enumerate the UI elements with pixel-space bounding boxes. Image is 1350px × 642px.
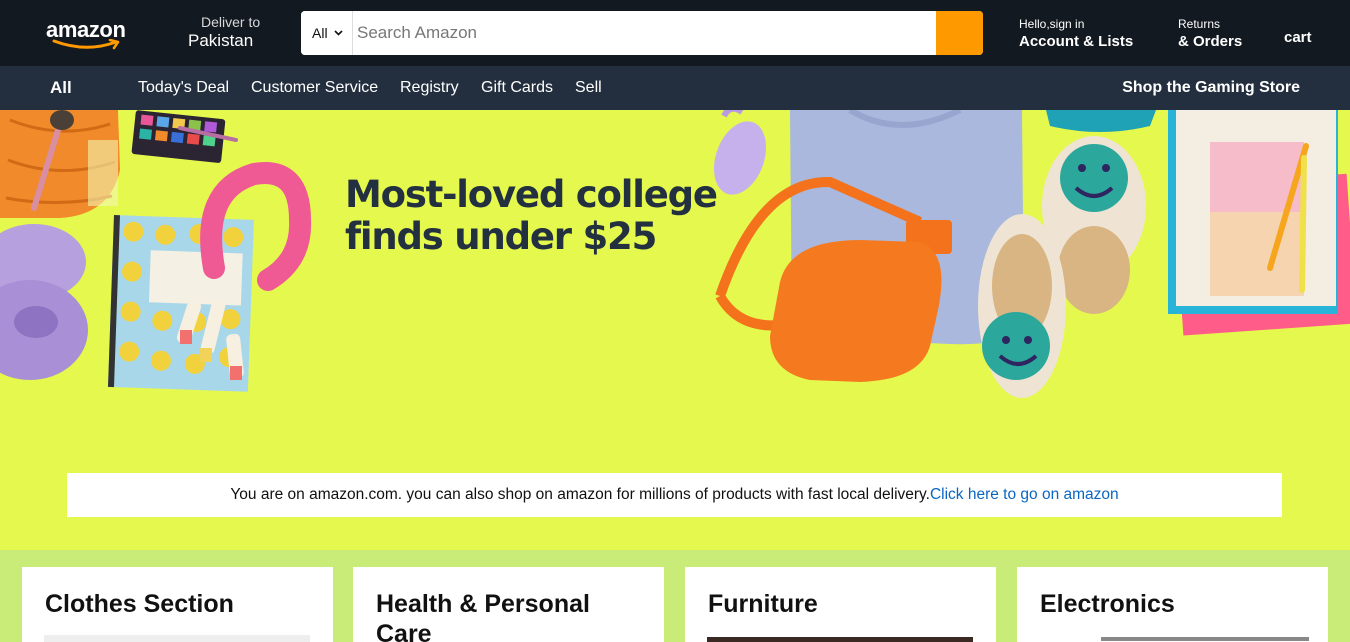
card-image <box>707 637 973 642</box>
category-card-furniture[interactable]: Furniture <box>685 567 996 642</box>
subnav-customer-service[interactable]: Customer Service <box>251 78 378 98</box>
search-button[interactable] <box>936 11 983 55</box>
category-card-health[interactable]: Health & Personal Care <box>353 567 664 642</box>
category-card-electronics[interactable]: Electronics <box>1017 567 1328 642</box>
amazon-smile-icon <box>52 39 120 50</box>
returns-orders[interactable]: Returns & Orders <box>1178 17 1242 52</box>
card-image <box>1101 637 1309 641</box>
card-title: Health & Personal Care <box>376 590 590 642</box>
subnav-gift-cards[interactable]: Gift Cards <box>481 78 553 98</box>
card-title: Clothes Section <box>45 590 234 618</box>
locale-notice: You are on amazon.com. you can also shop… <box>67 473 1282 517</box>
card-title: Electronics <box>1040 590 1175 618</box>
deliver-country: Pakistan <box>188 31 254 50</box>
top-navbar: amazon Deliver to Pakistan All Hello,sig… <box>0 0 1350 66</box>
amazon-logo[interactable]: amazon <box>46 17 140 53</box>
gaming-store-link[interactable]: Shop the Gaming Store <box>1122 78 1300 98</box>
orders-label: & Orders <box>1178 33 1243 50</box>
search-input[interactable] <box>353 11 936 55</box>
deliver-to[interactable]: Deliver to Pakistan <box>188 14 260 51</box>
amazon-redirect-link[interactable]: Click here to go on amazon <box>930 486 1119 504</box>
hero-title: Most-loved college finds under $25 <box>345 173 718 258</box>
category-card-clothes[interactable]: Clothes Section <box>22 567 333 642</box>
deliver-label: Deliver to <box>201 14 261 30</box>
subnav-registry[interactable]: Registry <box>400 78 459 98</box>
card-image <box>44 635 310 642</box>
subnav-all[interactable]: All <box>50 78 72 98</box>
card-title: Furniture <box>708 590 818 618</box>
returns-label: Returns <box>1178 17 1221 31</box>
subnav-todays-deal[interactable]: Today's Deal <box>138 78 229 98</box>
subnav-sell[interactable]: Sell <box>575 78 602 98</box>
search-category-select[interactable]: All <box>301 11 353 55</box>
search-bar: All <box>301 11 983 55</box>
cart-link[interactable]: cart <box>1284 29 1312 46</box>
account-greeting: Hello,sign in <box>1019 17 1085 31</box>
account-label: Account & Lists <box>1019 33 1134 50</box>
chevron-down-icon <box>333 30 343 36</box>
search-category-label: All <box>312 25 328 41</box>
sub-navbar: All Today's Deal Customer Service Regist… <box>0 66 1350 110</box>
account-lists[interactable]: Hello,sign in Account & Lists <box>1019 17 1133 52</box>
notice-text: You are on amazon.com. you can also shop… <box>230 486 930 503</box>
